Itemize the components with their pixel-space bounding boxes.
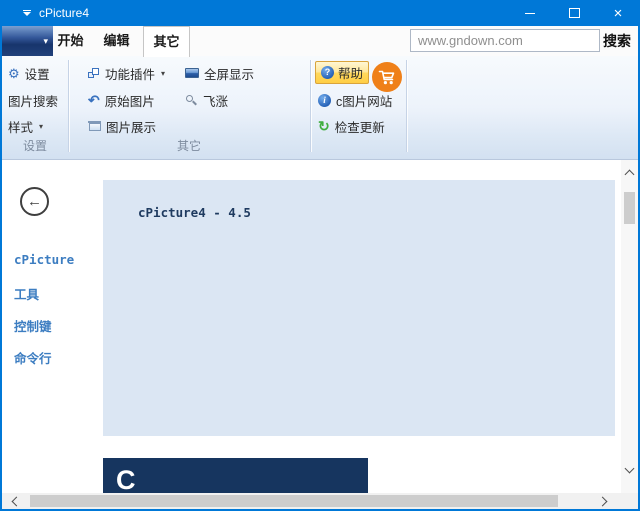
tab-start[interactable]: 开始 xyxy=(49,26,92,56)
titlebar: cPicture4 × xyxy=(0,0,640,26)
app-window: cPicture4 × ▾ 开始 编辑 其它 搜索 ⚙ 设置 图片搜索 样式 xyxy=(0,0,640,511)
chevron-down-icon: ▾ xyxy=(161,69,165,78)
scroll-right-icon[interactable] xyxy=(598,497,608,507)
close-button[interactable]: × xyxy=(596,0,640,26)
original-image-button[interactable]: ↶ 原始图片 xyxy=(88,89,155,111)
help-label: 帮助 xyxy=(338,63,363,82)
window-border-left xyxy=(0,26,2,511)
nav-link-command-line[interactable]: 命令行 xyxy=(14,348,52,367)
chevron-down-icon: ▾ xyxy=(43,37,48,46)
chevron-down-icon: ▾ xyxy=(39,122,43,131)
app-menu-icon[interactable] xyxy=(23,10,31,16)
website-button[interactable]: i c图片网站 xyxy=(318,89,392,111)
soar-label: 飞涨 xyxy=(203,91,228,110)
nav-link-tools[interactable]: 工具 xyxy=(14,284,39,303)
fullscreen-button[interactable]: 全屏显示 xyxy=(185,62,254,84)
help-icon: ? xyxy=(321,66,334,79)
style-label: 样式 xyxy=(8,117,33,136)
group-divider xyxy=(406,60,407,152)
main-content: ← cPicture 工具 控制键 命令行 cPicture4 - 4.5 C xyxy=(2,160,638,493)
settings-label: 设置 xyxy=(25,64,50,83)
search-button[interactable]: 搜索 xyxy=(603,26,631,56)
check-update-label: 检查更新 xyxy=(335,117,385,136)
check-update-button[interactable]: ↻ 检查更新 xyxy=(318,115,385,137)
group-label-other: 其它 xyxy=(68,138,310,154)
undo-arrow-icon: ↶ xyxy=(88,93,100,107)
minimize-icon xyxy=(525,13,535,14)
tab-other-active[interactable]: 其它 xyxy=(143,26,190,57)
help-button[interactable]: ? 帮助 xyxy=(315,61,369,84)
application-menu-button[interactable]: ▾ xyxy=(0,26,53,56)
logo-banner: C xyxy=(103,458,368,493)
image-search-label: 图片搜索 xyxy=(8,91,58,110)
soar-button[interactable]: 飞涨 xyxy=(185,89,228,111)
fullscreen-label: 全屏显示 xyxy=(204,64,254,83)
scroll-up-icon[interactable] xyxy=(625,170,635,180)
monitor-icon xyxy=(185,68,199,78)
scroll-left-icon[interactable] xyxy=(12,497,22,507)
projector-screen-icon xyxy=(88,121,101,132)
image-show-label: 图片展示 xyxy=(106,117,156,136)
nav-link-cpicture[interactable]: cPicture xyxy=(14,252,74,267)
close-icon: × xyxy=(614,6,623,21)
ribbon-tab-bar: ▾ 开始 编辑 其它 搜索 xyxy=(0,26,640,56)
original-image-label: 原始图片 xyxy=(105,91,155,110)
horizontal-scrollbar-thumb[interactable] xyxy=(30,495,558,507)
maximize-icon xyxy=(569,8,580,18)
horizontal-scrollbar[interactable] xyxy=(2,493,638,509)
window-title: cPicture4 xyxy=(39,6,89,20)
style-dropdown-button[interactable]: 样式 ▾ xyxy=(8,115,43,137)
back-button[interactable]: ← xyxy=(20,187,49,216)
window-controls: × xyxy=(508,0,640,26)
vertical-scrollbar[interactable] xyxy=(621,160,638,493)
back-arrow-icon: ← xyxy=(27,193,42,210)
plugin-icon xyxy=(88,68,100,79)
scroll-down-icon[interactable] xyxy=(625,464,635,474)
page-title: cPicture4 - 4.5 xyxy=(138,205,251,220)
info-icon: i xyxy=(318,94,331,107)
vertical-scrollbar-thumb[interactable] xyxy=(624,192,635,224)
cart-icon[interactable] xyxy=(372,62,402,92)
tab-edit[interactable]: 编辑 xyxy=(95,26,138,56)
refresh-icon: ↻ xyxy=(318,119,330,133)
logo-letter: C xyxy=(116,465,136,493)
website-label: c图片网站 xyxy=(336,91,392,110)
plugins-dropdown-button[interactable]: 功能插件 ▾ xyxy=(88,62,165,84)
search-input[interactable] xyxy=(410,29,600,52)
minimize-button[interactable] xyxy=(508,0,552,26)
settings-button[interactable]: ⚙ 设置 xyxy=(8,62,50,84)
ribbon: ⚙ 设置 图片搜索 样式 ▾ 设置 功能插件 ▾ ↶ 原始图片 图片展示 全屏显… xyxy=(2,56,638,160)
group-divider xyxy=(310,60,311,152)
nav-link-control-keys[interactable]: 控制键 xyxy=(14,316,52,335)
image-search-button[interactable]: 图片搜索 xyxy=(8,89,58,111)
magnifier-icon xyxy=(185,94,198,107)
group-label-settings: 设置 xyxy=(2,138,68,154)
help-page-panel: cPicture4 - 4.5 xyxy=(103,180,615,436)
image-show-button[interactable]: 图片展示 xyxy=(88,115,156,137)
plugins-label: 功能插件 xyxy=(105,64,155,83)
maximize-button[interactable] xyxy=(552,0,596,26)
gear-icon: ⚙ xyxy=(8,67,20,80)
